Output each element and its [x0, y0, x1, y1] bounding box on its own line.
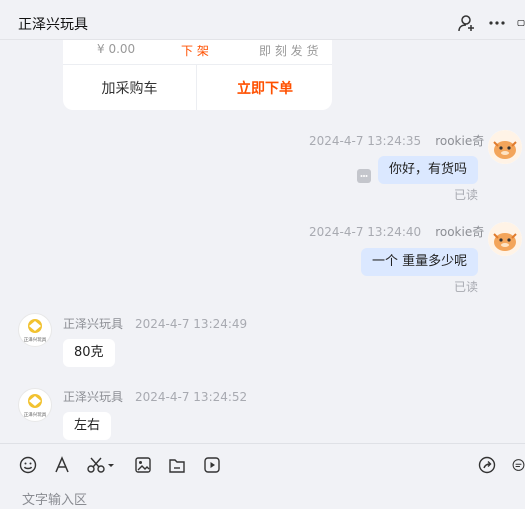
read-status: 已读 — [454, 280, 479, 294]
add-to-cart-button[interactable]: 加采购车 — [63, 65, 197, 110]
quick-reply-icon[interactable] — [512, 455, 525, 475]
scissors-icon[interactable] — [86, 455, 116, 475]
folder-icon[interactable] — [167, 455, 187, 475]
font-icon[interactable] — [52, 455, 72, 475]
avatar[interactable] — [488, 222, 522, 256]
image-icon[interactable] — [133, 455, 153, 475]
avatar[interactable]: 正泽兴玩具 — [18, 313, 52, 347]
emoji-icon[interactable] — [18, 455, 38, 475]
product-card: ¥ 0.00 下 架 即 刻 发 货 加采购车 立即下单 — [63, 40, 332, 110]
message-input[interactable]: 文字输入区 — [22, 489, 87, 508]
video-icon[interactable] — [202, 455, 222, 475]
message-bubble[interactable]: 你好，有货吗 — [378, 156, 479, 184]
message-list[interactable]: ¥ 0.00 下 架 即 刻 发 货 加采购车 立即下单 2024-4-7 13… — [0, 40, 525, 442]
message-bubble[interactable]: 一个 重量多少呢 — [361, 248, 479, 276]
order-now-button[interactable]: 立即下单 — [198, 65, 332, 110]
translate-icon[interactable] — [357, 169, 371, 183]
avatar-logo-text: 正泽兴玩具 — [24, 336, 47, 343]
avatar[interactable]: 正泽兴玩具 — [18, 388, 52, 422]
message-meta: 2024-4-7 13:24:35 rookie奇 — [309, 132, 484, 149]
message-time: 2024-4-7 13:24:49 — [135, 317, 248, 331]
input-toolbar — [0, 443, 525, 483]
header-actions — [457, 13, 525, 33]
product-price: ¥ 0.00 — [97, 42, 136, 56]
message-bubble[interactable]: 左右 — [63, 412, 112, 440]
avatar-logo-text: 正泽兴玩具 — [24, 411, 47, 418]
product-delivery: 即 刻 发 货 — [259, 44, 319, 58]
share-icon[interactable] — [477, 455, 497, 475]
read-status: 已读 — [454, 188, 479, 202]
message-time: 2024-4-7 13:24:52 — [135, 390, 248, 404]
avatar[interactable] — [488, 130, 522, 164]
message-sender: 正泽兴玩具 — [63, 317, 124, 331]
message-time: 2024-4-7 13:24:35 — [309, 134, 422, 148]
cut-off-icon[interactable] — [517, 13, 525, 33]
chat-header: 正泽兴玩具 — [0, 0, 525, 40]
message-sender: rookie奇 — [435, 134, 485, 148]
add-contact-icon[interactable] — [457, 13, 477, 33]
message-meta: 正泽兴玩具 2024-4-7 13:24:49 — [63, 315, 247, 332]
more-icon[interactable] — [487, 13, 507, 33]
message-bubble[interactable]: 80克 — [63, 339, 115, 367]
message-sender: rookie奇 — [435, 225, 485, 239]
message-meta: 正泽兴玩具 2024-4-7 13:24:52 — [63, 388, 247, 405]
message-time: 2024-4-7 13:24:40 — [309, 225, 422, 239]
message-sender: 正泽兴玩具 — [63, 390, 124, 404]
message-meta: 2024-4-7 13:24:40 rookie奇 — [309, 223, 484, 240]
chat-window: 正泽兴玩具 ¥ 0.00 下 架 即 刻 发 货 加采购车 立即下单 2024-… — [0, 0, 525, 509]
product-status: 下 架 — [181, 44, 209, 58]
chat-title: 正泽兴玩具 — [18, 17, 88, 33]
